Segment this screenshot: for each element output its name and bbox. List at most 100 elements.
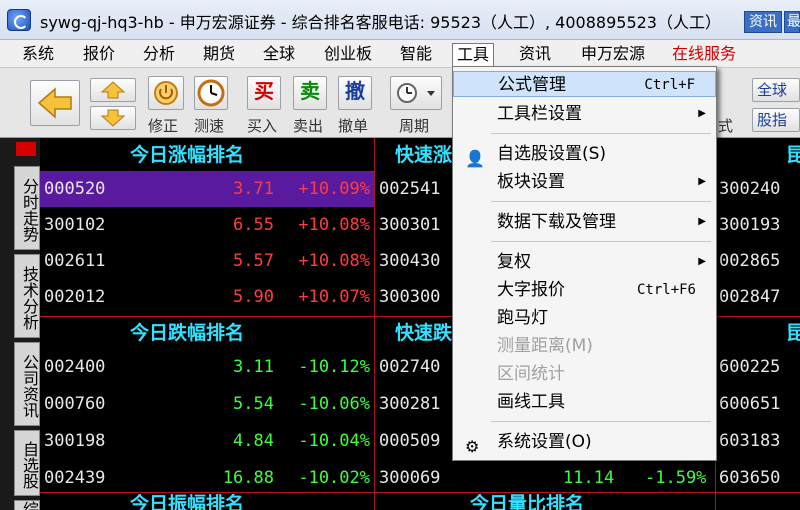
- losers-title: 今日跌幅排名: [130, 322, 245, 344]
- menu-online-service[interactable]: 在线服务: [668, 43, 740, 67]
- menu-item-data-download[interactable]: 数据下载及管理 ▶: [453, 209, 716, 235]
- table-row[interactable]: 002611 5.57 +10.08%: [40, 243, 374, 279]
- menu-global[interactable]: 全球: [259, 43, 299, 67]
- page-down-button[interactable]: [90, 106, 136, 130]
- menu-system[interactable]: 系统: [18, 43, 58, 67]
- cancel-order-button[interactable]: 撤: [338, 76, 372, 110]
- stock-price: 16.88: [222, 468, 274, 488]
- stock-change: -10.04%: [298, 431, 370, 451]
- stock-code: 002611: [44, 251, 106, 271]
- menu-gem[interactable]: 创业板: [320, 43, 376, 67]
- stock-code[interactable]: 002740: [379, 349, 440, 385]
- index-button[interactable]: 股指: [752, 108, 800, 132]
- shortcut-label: Ctrl+F: [644, 77, 695, 93]
- menu-analysis[interactable]: 分析: [139, 43, 179, 67]
- menu-item-range-stats: 区间统计: [497, 364, 565, 384]
- stock-code[interactable]: 600651: [719, 386, 780, 422]
- menu-item-drawing-tools[interactable]: 画线工具: [453, 389, 716, 415]
- submenu-arrow-icon: ▶: [698, 176, 706, 187]
- menu-futures[interactable]: 期货: [199, 43, 239, 67]
- speed-test-label: 测速: [194, 117, 225, 135]
- divider: [374, 138, 375, 510]
- tab-company-info[interactable]: 公司资讯: [14, 342, 40, 426]
- stock-code[interactable]: 300281: [379, 386, 440, 422]
- revise-label: 修正: [148, 117, 179, 135]
- stock-code[interactable]: 300301: [379, 207, 440, 243]
- power-icon: [154, 81, 178, 105]
- menu-swhy[interactable]: 申万宏源: [577, 43, 649, 67]
- stock-code: 300198: [44, 431, 106, 451]
- menu-item-measure-distance: 测量距离(M): [497, 336, 593, 356]
- menu-item-price-adjust[interactable]: 复权 ▶: [453, 249, 716, 275]
- table-row[interactable]: 002439 16.88 -10.02%: [40, 460, 374, 496]
- sell-button[interactable]: 卖: [293, 76, 327, 110]
- tab-watchlist[interactable]: 自选股: [14, 430, 40, 496]
- menu-separator: [491, 421, 711, 422]
- expand-icon[interactable]: [16, 142, 36, 156]
- buy-label: 买入: [247, 117, 278, 135]
- tab-technical[interactable]: 技术分析: [14, 254, 40, 338]
- stock-change: +10.09%: [298, 179, 370, 199]
- menu-separator: [491, 133, 711, 134]
- page-up-button[interactable]: [90, 78, 136, 102]
- menu-item-watchlist-settings[interactable]: 👤 自选股设置(S): [453, 141, 716, 168]
- table-row[interactable]: 002400 3.11 -10.12%: [40, 349, 374, 385]
- revise-button[interactable]: [148, 76, 184, 110]
- minimize-button[interactable]: 最: [784, 11, 800, 33]
- menu-item-formula-manager[interactable]: 公式管理 Ctrl+F: [453, 71, 716, 97]
- stock-code: 002012: [44, 287, 106, 307]
- table-row[interactable]: 000520 3.71 +10.09%: [40, 171, 374, 207]
- side-tab-bar: 分时走势 技术分析 公司资讯 自选股 综: [0, 138, 40, 510]
- stock-code[interactable]: 300193: [719, 207, 780, 243]
- stock-change: -10.02%: [298, 468, 370, 488]
- table-row[interactable]: 300102 6.55 +10.08%: [40, 207, 374, 243]
- menu-info[interactable]: 资讯: [515, 43, 555, 67]
- buy-button[interactable]: 买: [247, 76, 281, 110]
- global-button[interactable]: 全球: [752, 78, 800, 102]
- stock-code: 000760: [44, 394, 106, 414]
- menu-tools[interactable]: 工具: [452, 43, 495, 67]
- stock-price: 5.90: [233, 287, 274, 307]
- period-button[interactable]: [390, 76, 442, 110]
- back-button[interactable]: [30, 80, 80, 126]
- news-button[interactable]: 资讯: [744, 11, 782, 33]
- stock-code[interactable]: 300430: [379, 243, 440, 279]
- stock-code[interactable]: 603183: [719, 423, 780, 459]
- table-row[interactable]: 000760 5.54 -10.06%: [40, 386, 374, 422]
- right-panel-title-2: 昆: [786, 322, 800, 344]
- stock-code: 000520: [44, 179, 106, 199]
- stock-price: 5.54: [233, 394, 274, 414]
- cancel-order-label: 撤单: [338, 117, 369, 135]
- tab-intraday[interactable]: 分时走势: [14, 166, 40, 250]
- title-bar: sywg-qj-hq3-hb - 申万宏源证券 - 综合排名客服电话: 9552…: [0, 0, 800, 40]
- speed-test-button[interactable]: [194, 76, 228, 110]
- stock-code[interactable]: 000509: [379, 423, 440, 459]
- stock-code[interactable]: 002847: [719, 279, 780, 315]
- stock-code[interactable]: 300069: [379, 460, 440, 496]
- stock-code: 002400: [44, 357, 106, 377]
- stock-code[interactable]: 600225: [719, 349, 780, 385]
- menu-smart[interactable]: 智能: [396, 43, 436, 67]
- menu-quote[interactable]: 报价: [79, 43, 119, 67]
- period-label: 周期: [399, 117, 430, 135]
- stock-code[interactable]: 300240: [719, 171, 780, 207]
- sell-icon: 卖: [300, 79, 320, 103]
- table-row[interactable]: 002012 5.90 +10.07%: [40, 279, 374, 315]
- down-arrow-icon: [100, 109, 126, 127]
- stock-code[interactable]: 603650: [719, 460, 780, 496]
- menu-item-toolbar-settings[interactable]: 工具栏设置 ▶: [453, 101, 716, 127]
- window-title: sywg-qj-hq3-hb - 申万宏源证券 - 综合排名客服电话: 9552…: [40, 13, 721, 32]
- stock-change: -1.59%: [645, 468, 707, 488]
- menu-item-ticker[interactable]: 跑马灯: [453, 305, 716, 331]
- stock-code[interactable]: 002865: [719, 243, 780, 279]
- back-arrow-icon: [37, 87, 72, 119]
- stock-code[interactable]: 002541: [379, 171, 440, 207]
- menu-item-sector-settings[interactable]: 板块设置 ▶: [453, 169, 716, 195]
- stock-code[interactable]: 300300: [379, 279, 440, 315]
- sell-label: 卖出: [293, 117, 324, 135]
- tab-summary[interactable]: 综: [14, 500, 40, 510]
- menu-item-system-settings[interactable]: ⚙ 系统设置(O): [453, 429, 716, 456]
- table-row[interactable]: 300198 4.84 -10.04%: [40, 423, 374, 459]
- cancel-icon: 撤: [345, 79, 365, 103]
- menu-item-large-quote[interactable]: 大字报价 Ctrl+F6: [453, 277, 716, 303]
